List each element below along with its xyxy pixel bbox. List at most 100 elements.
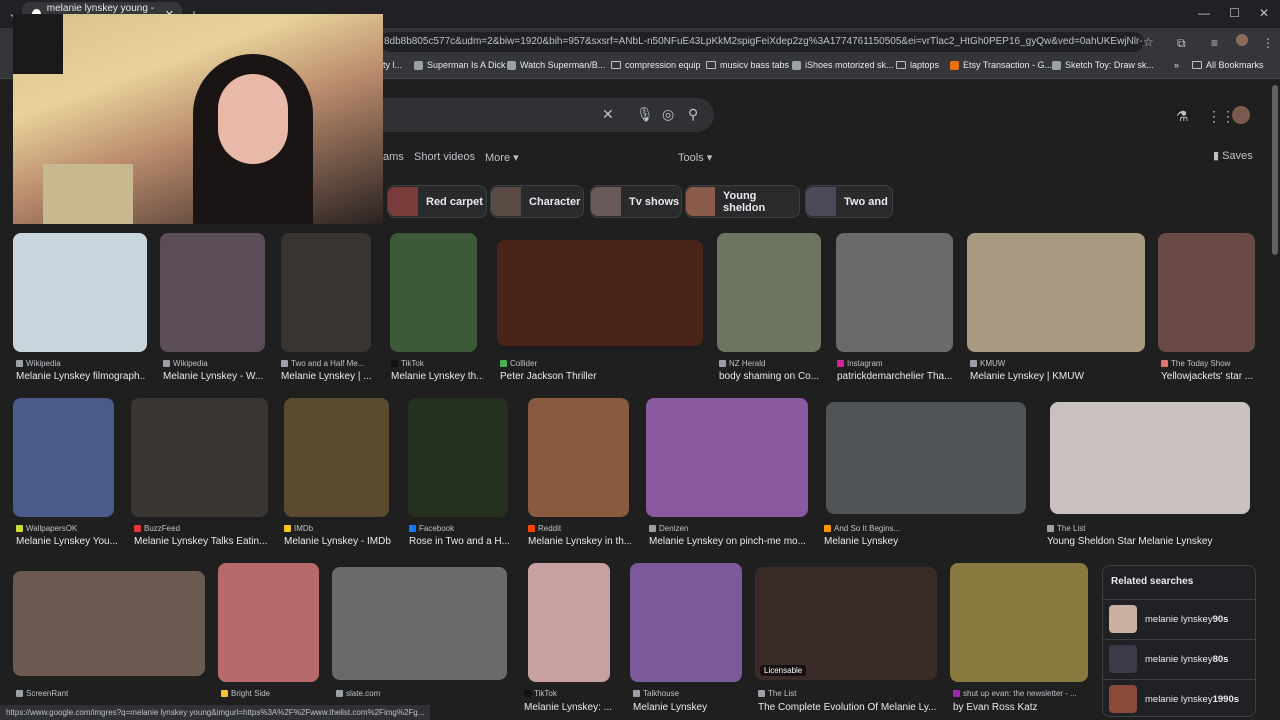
source-label[interactable]: IMDb xyxy=(284,524,313,533)
image-result[interactable] xyxy=(1158,233,1255,352)
image-result[interactable] xyxy=(630,563,742,682)
source-label[interactable]: Bright Side xyxy=(221,689,270,698)
image-result[interactable] xyxy=(284,398,389,517)
tab-short-videos[interactable]: Short videos xyxy=(414,151,475,163)
extensions-icon[interactable]: ⧉ xyxy=(1177,36,1186,51)
bookmark-folder[interactable]: musicv bass tabs xyxy=(706,60,789,70)
bookmark-folder[interactable]: compression equip xyxy=(611,60,701,70)
profile-avatar[interactable] xyxy=(1236,34,1248,46)
bookmark-item[interactable]: Watch Superman/B... xyxy=(507,60,605,70)
source-label[interactable]: TikTok xyxy=(391,359,424,368)
image-result[interactable] xyxy=(1050,402,1250,514)
source-label[interactable]: Two and a Half Me... xyxy=(281,359,364,368)
more-bookmarks-icon[interactable]: » xyxy=(1174,60,1179,70)
close-window-icon[interactable]: ✕ xyxy=(1259,6,1269,20)
source-label[interactable]: KMUW xyxy=(970,359,1005,368)
search-icon[interactable]: ⚲ xyxy=(688,106,698,123)
image-result[interactable] xyxy=(408,398,508,517)
image-result[interactable] xyxy=(160,233,265,352)
result-caption[interactable]: Melanie Lynskey xyxy=(824,536,1024,547)
source-label[interactable]: Facebook xyxy=(409,524,454,533)
chip-red-carpet[interactable]: Red carpet xyxy=(387,185,487,218)
image-result[interactable] xyxy=(390,233,477,352)
image-result[interactable] xyxy=(13,233,147,352)
result-caption[interactable]: Rose in Two and a H... xyxy=(409,536,509,547)
related-search-item[interactable]: melanie lynskey 90s xyxy=(1103,599,1255,638)
image-result[interactable] xyxy=(332,567,507,680)
microphone-icon[interactable]: 🎙 xyxy=(636,106,654,123)
image-result[interactable] xyxy=(717,233,821,352)
result-caption[interactable]: Peter Jackson Thriller xyxy=(500,371,700,382)
result-caption[interactable]: Melanie Lynskey: ... xyxy=(524,702,612,713)
bookmark-star-icon[interactable]: ☆ xyxy=(1143,35,1154,49)
result-caption[interactable]: Melanie Lynskey Talks Eatin... xyxy=(134,536,269,547)
result-caption[interactable]: body shaming on Co... xyxy=(719,371,824,382)
lens-icon[interactable]: ◎ xyxy=(662,106,674,123)
source-label[interactable]: shut up evan: the newsletter - ... xyxy=(953,689,1077,698)
related-search-item[interactable]: melanie lynskey 1990s xyxy=(1103,679,1255,718)
result-caption[interactable]: Yellowjackets' star ... xyxy=(1161,371,1255,382)
image-result[interactable] xyxy=(755,567,937,680)
clear-icon[interactable]: ✕ xyxy=(602,106,614,123)
chip-tv-shows[interactable]: Tv shows xyxy=(590,185,682,218)
bookmark-item[interactable]: Etsy Transaction - G... xyxy=(950,60,1052,70)
image-result[interactable] xyxy=(218,563,319,682)
minimize-icon[interactable]: — xyxy=(1198,6,1210,20)
result-caption[interactable]: Melanie Lynskey | KMUW xyxy=(970,371,1145,382)
chip-character[interactable]: Character xyxy=(490,185,584,218)
source-label[interactable]: Talkhouse xyxy=(633,689,679,698)
image-result[interactable] xyxy=(528,563,610,682)
saves-button[interactable]: ▮ Saves xyxy=(1213,149,1253,162)
source-label[interactable]: WallpapersOK xyxy=(16,524,77,533)
image-result[interactable] xyxy=(646,398,808,517)
labs-icon[interactable]: ⚗ xyxy=(1176,108,1189,125)
source-label[interactable]: The Today Show xyxy=(1161,359,1230,368)
tools-button[interactable]: Tools ▾ xyxy=(678,151,712,164)
source-label[interactable]: slate.com xyxy=(336,689,380,698)
tab-more[interactable]: More ▾ xyxy=(485,151,519,164)
image-result[interactable] xyxy=(826,402,1026,514)
result-caption[interactable]: patrickdemarchelier Tha... xyxy=(837,371,957,382)
source-label[interactable]: The List xyxy=(758,689,796,698)
related-search-item[interactable]: melanie lynskey 80s xyxy=(1103,639,1255,678)
image-result[interactable] xyxy=(281,233,371,352)
bookmark-item[interactable]: iShoes motorized sk... xyxy=(792,60,894,70)
source-label[interactable]: Reddit xyxy=(528,524,561,533)
bookmark-item[interactable]: Sketch Toy: Draw sk... xyxy=(1052,60,1154,70)
bookmark-item[interactable]: ty l... xyxy=(383,60,402,70)
image-result[interactable] xyxy=(13,398,114,517)
image-result[interactable] xyxy=(528,398,629,517)
source-label[interactable]: Denizen xyxy=(649,524,688,533)
result-caption[interactable]: Melanie Lynskey th... xyxy=(391,371,483,382)
result-caption[interactable]: Melanie Lynskey in th... xyxy=(528,536,631,547)
source-label[interactable]: BuzzFeed xyxy=(134,524,180,533)
source-label[interactable]: ScreenRant xyxy=(16,689,68,698)
image-result[interactable] xyxy=(836,233,953,352)
result-caption[interactable]: Melanie Lynskey on pinch-me mo... xyxy=(649,536,809,547)
bookmark-item[interactable]: Superman Is A Dick xyxy=(414,60,506,70)
scrollbar[interactable] xyxy=(1272,85,1278,255)
source-label[interactable]: And So It Begins... xyxy=(824,524,900,533)
bookmark-folder[interactable]: laptops xyxy=(896,60,939,70)
result-caption[interactable]: Melanie Lynskey - W... xyxy=(163,371,265,382)
result-caption[interactable]: The Complete Evolution Of Melanie Ly... xyxy=(758,702,938,713)
all-bookmarks[interactable]: All Bookmarks xyxy=(1192,60,1264,70)
source-label[interactable]: The List xyxy=(1047,524,1085,533)
menu-icon[interactable]: ⋮ xyxy=(1262,36,1274,50)
result-caption[interactable]: Melanie Lynskey | ... xyxy=(281,371,373,382)
source-label[interactable]: Instagram xyxy=(837,359,883,368)
chip-young-sheldon[interactable]: Young sheldon xyxy=(685,185,800,218)
source-label[interactable]: Wikipedia xyxy=(16,359,61,368)
account-avatar[interactable] xyxy=(1232,106,1250,124)
maximize-icon[interactable]: ☐ xyxy=(1229,6,1240,20)
address-bar[interactable]: 8db8b805c577c&udm=2&biw=1920&bih=957&sxs… xyxy=(380,32,1144,52)
tab-videos[interactable]: ams xyxy=(383,151,404,163)
result-caption[interactable]: Melanie Lynskey xyxy=(633,702,743,713)
media-icon[interactable]: ≡ xyxy=(1211,36,1218,50)
result-caption[interactable]: Melanie Lynskey You... xyxy=(16,536,118,547)
image-result[interactable] xyxy=(497,240,703,346)
apps-icon[interactable]: ⋮⋮ xyxy=(1207,108,1235,125)
source-label[interactable]: TikTok xyxy=(524,689,557,698)
chip-two-and[interactable]: Two and xyxy=(805,185,893,218)
image-result[interactable] xyxy=(967,233,1145,352)
